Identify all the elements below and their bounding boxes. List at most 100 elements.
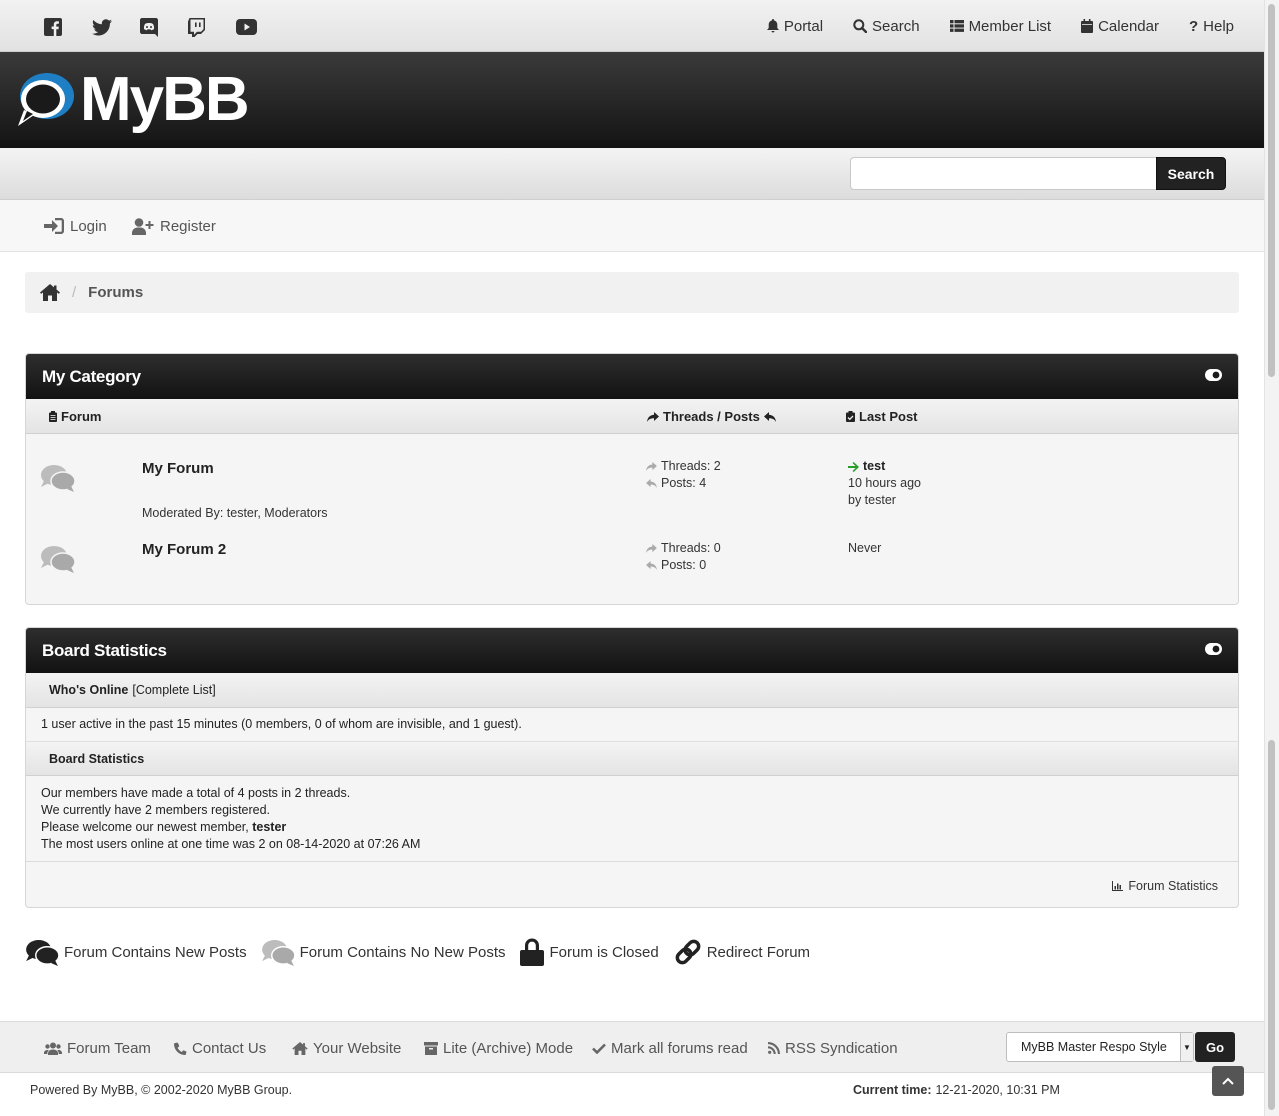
footer-lite-mode-label: Lite (Archive) Mode <box>443 1039 574 1057</box>
legend-closed-label: Forum is Closed <box>549 943 659 961</box>
last-post-author[interactable]: by tester <box>848 492 921 509</box>
home-icon[interactable] <box>40 284 60 301</box>
collapse-toggle-icon[interactable] <box>1205 369 1222 381</box>
nav-memberlist-label: Member List <box>968 17 1052 35</box>
category-columns: Forum Threads / Posts Last Post <box>26 399 1238 434</box>
scrollbar-thumb[interactable] <box>1268 4 1275 377</box>
share-icon <box>646 462 657 471</box>
scrollbar-thumb[interactable] <box>1268 740 1275 1110</box>
footer-mark-read[interactable]: Mark all forums read <box>592 1022 748 1074</box>
header: MyBB <box>0 52 1264 148</box>
twitch-icon[interactable] <box>188 16 236 38</box>
forum-stats: Threads: 2 Posts: 4 <box>646 458 721 492</box>
column-forum: Forum <box>49 399 101 434</box>
facebook-icon[interactable] <box>44 16 92 38</box>
sign-in-icon <box>44 218 64 234</box>
forum-stats: Threads: 0 Posts: 0 <box>646 540 721 574</box>
nav-search[interactable]: Search <box>853 18 920 35</box>
nav-portal[interactable]: Portal <box>766 17 824 35</box>
forum-no-new-posts-icon[interactable] <box>40 545 76 573</box>
column-threads-posts: Threads / Posts <box>647 399 776 434</box>
go-button[interactable]: Go <box>1195 1032 1235 1062</box>
forum-name-link[interactable]: My Forum <box>142 460 214 477</box>
question-icon: ? <box>1188 17 1199 35</box>
social-links <box>44 16 284 38</box>
footer-your-website[interactable]: Your Website <box>292 1022 401 1074</box>
legend-no-new-posts-label: Forum Contains No New Posts <box>299 943 506 961</box>
nav-help-label: Help <box>1203 17 1234 35</box>
footer-contact-us[interactable]: Contact Us <box>174 1022 266 1074</box>
last-post-thread[interactable]: test <box>848 458 921 475</box>
footer-forum-team-label: Forum Team <box>67 1039 151 1057</box>
youtube-icon[interactable] <box>236 16 284 38</box>
style-select-value: MyBB Master Respo Style <box>1021 1040 1167 1054</box>
nav-help[interactable]: ? Help <box>1189 18 1234 35</box>
login-link[interactable]: Login <box>44 200 107 252</box>
breadcrumb-current[interactable]: Forums <box>88 284 143 301</box>
back-to-top-button[interactable] <box>1212 1066 1244 1096</box>
breadcrumb-separator: / <box>72 284 77 301</box>
forum-last-post: Never <box>848 541 882 555</box>
discord-icon[interactable] <box>140 16 188 38</box>
current-time-value: 12-21-2020, 10:31 PM <box>935 1082 1060 1097</box>
clipboard-icon <box>49 411 57 422</box>
forum-posts: Posts: 4 <box>646 475 721 492</box>
logo[interactable]: MyBB <box>14 69 250 131</box>
legend-new-posts-label: Forum Contains New Posts <box>64 943 247 961</box>
board-stats-title: Board Statistics <box>42 640 167 660</box>
calendar-icon <box>1081 19 1094 33</box>
register-label: Register <box>160 217 216 235</box>
twitter-icon[interactable] <box>92 16 140 38</box>
reply-icon <box>646 561 657 570</box>
search-input[interactable] <box>850 157 1158 190</box>
style-select[interactable]: MyBB Master Respo Style ▼ <box>1006 1032 1194 1062</box>
column-last-post: Last Post <box>846 399 918 434</box>
forum-row: My Forum 2 Threads: 0 Posts: 0 Never <box>26 516 1238 596</box>
search-button[interactable]: Search <box>1156 157 1226 190</box>
collapse-toggle-icon[interactable] <box>1205 643 1222 655</box>
share-icon <box>647 411 659 422</box>
complete-list-link[interactable]: [Complete List] <box>132 683 215 697</box>
category-header: My Category <box>26 354 1238 399</box>
mybb-logo-icon <box>18 73 74 126</box>
column-threads-posts-label: Threads / Posts <box>663 409 760 424</box>
register-link[interactable]: Register <box>132 200 216 252</box>
footer: Forum Team Contact Us Your Website Lite … <box>0 1021 1264 1073</box>
forum-no-new-posts-icon[interactable] <box>40 464 76 492</box>
footer-forum-team[interactable]: Forum Team <box>44 1022 151 1074</box>
footer-rss-label: RSS Syndication <box>785 1039 898 1057</box>
user-plus-icon <box>132 217 154 235</box>
nav-memberlist[interactable]: Member List <box>949 17 1052 35</box>
current-time: Current time: 12-21-2020, 10:31 PM <box>853 1073 1060 1106</box>
board-stats-subheader: Board Statistics <box>26 741 1238 776</box>
forum-posts-label: Posts: 4 <box>661 476 707 490</box>
search-bar: Search <box>0 148 1264 200</box>
comments-dark-icon <box>26 939 60 966</box>
user-bar: Login Register <box>0 200 1264 252</box>
nav-calendar[interactable]: Calendar <box>1081 18 1159 35</box>
forum-threads: Threads: 0 <box>646 540 721 557</box>
clipboard-check-icon <box>846 411 855 422</box>
category-title[interactable]: My Category <box>42 354 141 399</box>
footer-rss[interactable]: RSS Syndication <box>768 1022 898 1074</box>
forum-name-link[interactable]: My Forum 2 <box>142 541 226 558</box>
check-icon <box>592 1043 606 1054</box>
share-icon <box>646 544 657 553</box>
stats-line-members: We currently have 2 members registered. <box>41 803 271 817</box>
forum-statistics-link[interactable]: Forum Statistics <box>1112 862 1218 907</box>
category-table: My Category Forum Threads / Posts Last P… <box>25 353 1239 605</box>
footer-lite-mode[interactable]: Lite (Archive) Mode <box>424 1022 573 1074</box>
footer-mark-read-label: Mark all forums read <box>611 1039 748 1057</box>
forum-posts: Posts: 0 <box>646 557 721 574</box>
last-post-time: 10 hours ago <box>848 476 921 490</box>
nav-search-label: Search <box>872 17 920 35</box>
bell-icon <box>766 19 779 33</box>
powered-by: Powered By MyBB, © 2002-2020 MyBB Group. <box>30 1082 293 1097</box>
stats-line-posts: Our members have made a total of 4 posts… <box>41 786 351 800</box>
rss-icon <box>768 1042 780 1054</box>
nav-portal-label: Portal <box>783 17 824 35</box>
newest-member-link[interactable]: tester <box>252 820 286 834</box>
whos-online-label[interactable]: Who's Online <box>49 683 128 697</box>
reply-icon <box>646 479 657 488</box>
forum-threads: Threads: 2 <box>646 458 721 475</box>
